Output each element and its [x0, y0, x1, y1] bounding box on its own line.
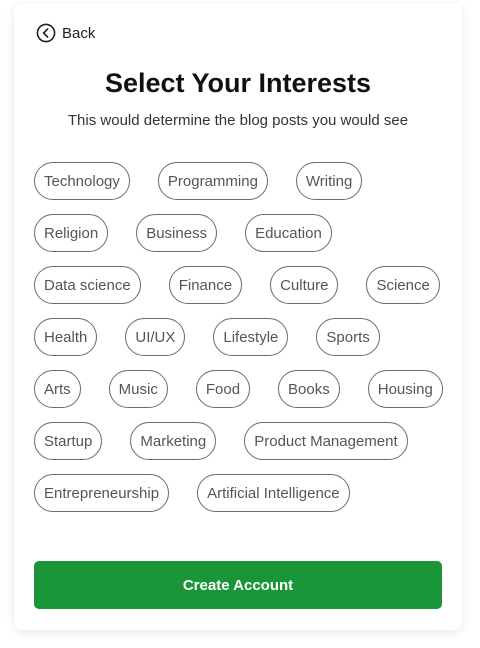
interest-chip[interactable]: Books — [278, 370, 340, 408]
interest-chip[interactable]: Housing — [367, 370, 443, 408]
interest-chip[interactable]: Entrepreneurship — [34, 474, 170, 512]
interest-chip[interactable]: Technology — [34, 162, 130, 200]
interest-chip[interactable]: Finance — [168, 266, 243, 304]
page-title: Select Your Interests — [104, 68, 372, 98]
page-subtitle: This would determine the blog posts you … — [67, 112, 409, 129]
interest-chip[interactable]: Arts — [34, 370, 81, 408]
back-label: Back — [62, 24, 96, 42]
interest-chip[interactable]: Health — [34, 318, 98, 356]
interest-chip[interactable]: Data science — [34, 266, 141, 304]
arrow-left-circle-icon — [36, 23, 56, 43]
interest-chip[interactable]: Business — [136, 214, 218, 252]
back-link[interactable]: Back — [36, 23, 95, 43]
interest-chip[interactable]: Education — [245, 214, 332, 252]
create-account-button[interactable]: Create Account — [34, 561, 442, 609]
interest-chip[interactable]: Marketing — [130, 422, 217, 460]
interest-chip[interactable]: UI/UX — [125, 318, 186, 356]
interest-chip[interactable]: Food — [195, 370, 251, 408]
interest-chip[interactable]: Lifestyle — [213, 318, 289, 356]
interest-chip[interactable]: Culture — [270, 266, 339, 304]
interest-chip[interactable]: Programming — [157, 162, 268, 200]
interest-chip[interactable]: Writing — [295, 162, 363, 200]
interest-chip-list: Technology Programming Writing Religion Busi… — [34, 162, 444, 512]
interest-chip[interactable]: Product Management — [244, 422, 408, 460]
interest-chip[interactable]: Artificial Intelligence — [197, 474, 350, 512]
interest-chip[interactable]: Sports — [316, 318, 380, 356]
interests-card: Back Select Your Interests This would de… — [14, 4, 462, 630]
interest-chip[interactable]: Science — [366, 266, 440, 304]
interest-chip[interactable]: Religion — [34, 214, 109, 252]
interest-chip[interactable]: Music — [108, 370, 168, 408]
interest-chip[interactable]: Startup — [34, 422, 103, 460]
